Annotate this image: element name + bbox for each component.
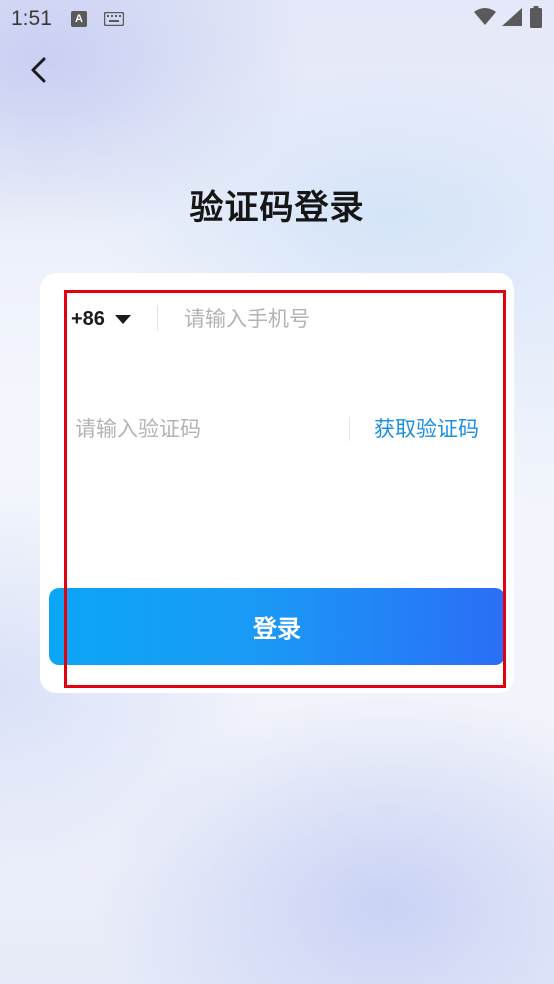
caret-down-icon — [114, 314, 131, 324]
divider — [349, 417, 350, 441]
divider — [157, 305, 158, 331]
phone-input[interactable] — [184, 302, 484, 336]
verification-code-input[interactable] — [75, 412, 335, 446]
status-bar: 1:51 A — [0, 0, 554, 40]
country-code-label: +86 — [71, 307, 105, 330]
country-code-selector[interactable]: +86 — [71, 304, 131, 334]
battery-icon — [530, 6, 542, 28]
wifi-icon — [474, 8, 496, 25]
signal-icon — [502, 8, 522, 26]
back-button[interactable] — [24, 50, 60, 90]
notification-a-icon: A — [71, 11, 87, 27]
get-code-button[interactable]: 获取验证码 — [374, 413, 479, 445]
keyboard-icon — [104, 12, 124, 26]
status-time: 1:51 — [11, 7, 52, 30]
chevron-left-icon — [31, 57, 46, 83]
login-button[interactable]: 登录 — [49, 588, 505, 665]
page-title: 验证码登录 — [189, 188, 365, 228]
